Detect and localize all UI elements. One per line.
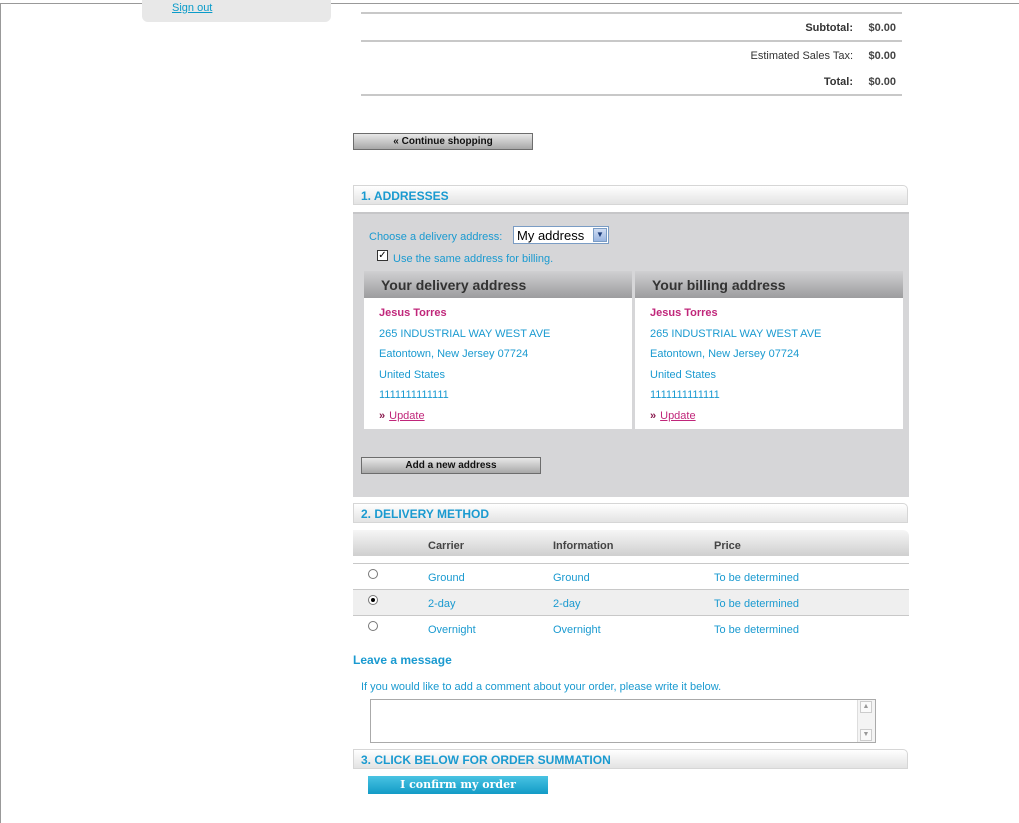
scroll-up-icon[interactable]: ▲ bbox=[860, 701, 872, 713]
carrier-cell: 2-day bbox=[428, 598, 456, 610]
delivery-street: 265 INDUSTRIAL WAY WEST AVE bbox=[379, 328, 551, 340]
table-row[interactable]: 2-day 2-day To be determined bbox=[353, 589, 909, 615]
totals-divider bbox=[361, 94, 902, 96]
delivery-radio-ground[interactable] bbox=[368, 569, 378, 579]
billing-country: United States bbox=[650, 369, 717, 381]
information-cell: Overnight bbox=[553, 624, 601, 636]
total-row: Total: $0.00 bbox=[361, 68, 902, 94]
choose-address-label: Choose a delivery address: bbox=[369, 231, 503, 243]
same-billing-checkbox[interactable]: ✓ bbox=[377, 250, 388, 261]
table-row[interactable]: Overnight Overnight To be determined bbox=[353, 615, 909, 641]
delivery-address-select[interactable]: My address ▼ bbox=[513, 226, 609, 244]
delivery-method-header-row: Carrier Information Price bbox=[353, 530, 909, 556]
order-message-textarea[interactable]: ▲ ▼ bbox=[370, 699, 876, 743]
delivery-radio-overnight[interactable] bbox=[368, 621, 378, 631]
delivery-country: United States bbox=[379, 369, 446, 381]
billing-address-card: Your billing address Jesus Torres 265 IN… bbox=[635, 271, 903, 429]
subtotal-value: $0.00 bbox=[868, 22, 896, 34]
order-totals: Subtotal: $0.00 Estimated Sales Tax: $0.… bbox=[361, 0, 902, 96]
price-header: Price bbox=[714, 540, 741, 552]
billing-update: » Update bbox=[650, 410, 696, 422]
billing-name: Jesus Torres bbox=[650, 307, 718, 319]
delivery-address-card: Your delivery address Jesus Torres 265 I… bbox=[364, 271, 632, 429]
billing-street: 265 INDUSTRIAL WAY WEST AVE bbox=[650, 328, 822, 340]
same-billing-label: Use the same address for billing. bbox=[393, 253, 554, 265]
delivery-radio-2day[interactable] bbox=[368, 595, 378, 605]
billing-update-link[interactable]: Update bbox=[660, 410, 695, 422]
sales-tax-row: Estimated Sales Tax: $0.00 bbox=[361, 42, 902, 68]
information-cell: Ground bbox=[553, 572, 590, 584]
price-cell: To be determined bbox=[714, 572, 799, 584]
delivery-update: » Update bbox=[379, 410, 425, 422]
chevron-down-icon[interactable]: ▼ bbox=[593, 228, 607, 242]
delivery-name: Jesus Torres bbox=[379, 307, 447, 319]
order-summation-section-header: 3. CLICK BELOW FOR ORDER SUMMATION bbox=[353, 749, 908, 769]
delivery-address-header: Your delivery address bbox=[364, 271, 632, 298]
continue-shopping-button[interactable]: « Continue shopping bbox=[353, 133, 533, 150]
billing-city: Eatontown, New Jersey 07724 bbox=[650, 348, 800, 360]
scroll-down-icon[interactable]: ▼ bbox=[860, 729, 872, 741]
information-cell: 2-day bbox=[553, 598, 581, 610]
table-row[interactable]: Ground Ground To be determined bbox=[353, 563, 909, 589]
double-chevron-right-icon: » bbox=[650, 410, 657, 422]
subtotal-row: Subtotal: $0.00 bbox=[361, 14, 902, 40]
sign-out-link[interactable]: Sign out bbox=[172, 2, 212, 14]
textarea-scrollbar[interactable]: ▲ ▼ bbox=[857, 700, 875, 742]
subtotal-label: Subtotal: bbox=[805, 22, 853, 34]
carrier-cell: Ground bbox=[428, 572, 465, 584]
account-box: Sign out bbox=[142, 0, 331, 22]
delivery-method-table: Carrier Information Price Ground Ground … bbox=[353, 530, 909, 641]
total-label: Total: bbox=[823, 76, 853, 88]
information-header: Information bbox=[553, 540, 614, 552]
sales-tax-value: $0.00 bbox=[868, 50, 896, 62]
total-value: $0.00 bbox=[868, 76, 896, 88]
delivery-method-section-header: 2. DELIVERY METHOD bbox=[353, 503, 908, 523]
confirm-order-button[interactable]: I confirm my order bbox=[368, 776, 548, 794]
billing-phone: 1111111111111 bbox=[650, 389, 720, 401]
delivery-city: Eatontown, New Jersey 07724 bbox=[379, 348, 529, 360]
selected-address-value: My address bbox=[517, 228, 585, 243]
delivery-phone: 1111111111111 bbox=[379, 389, 449, 401]
carrier-cell: Overnight bbox=[428, 624, 476, 636]
addresses-panel: Choose a delivery address: My address ▼ … bbox=[353, 212, 909, 497]
billing-address-header: Your billing address bbox=[635, 271, 903, 298]
carrier-header: Carrier bbox=[428, 540, 465, 552]
delivery-update-link[interactable]: Update bbox=[389, 410, 424, 422]
add-new-address-button[interactable]: Add a new address bbox=[361, 457, 541, 474]
double-chevron-right-icon: » bbox=[379, 410, 386, 422]
price-cell: To be determined bbox=[714, 624, 799, 636]
addresses-section-header: 1. ADDRESSES bbox=[353, 185, 908, 205]
sales-tax-label: Estimated Sales Tax: bbox=[750, 50, 853, 62]
leave-message-hint: If you would like to add a comment about… bbox=[361, 681, 722, 693]
leave-message-title: Leave a message bbox=[353, 653, 452, 667]
price-cell: To be determined bbox=[714, 598, 799, 610]
